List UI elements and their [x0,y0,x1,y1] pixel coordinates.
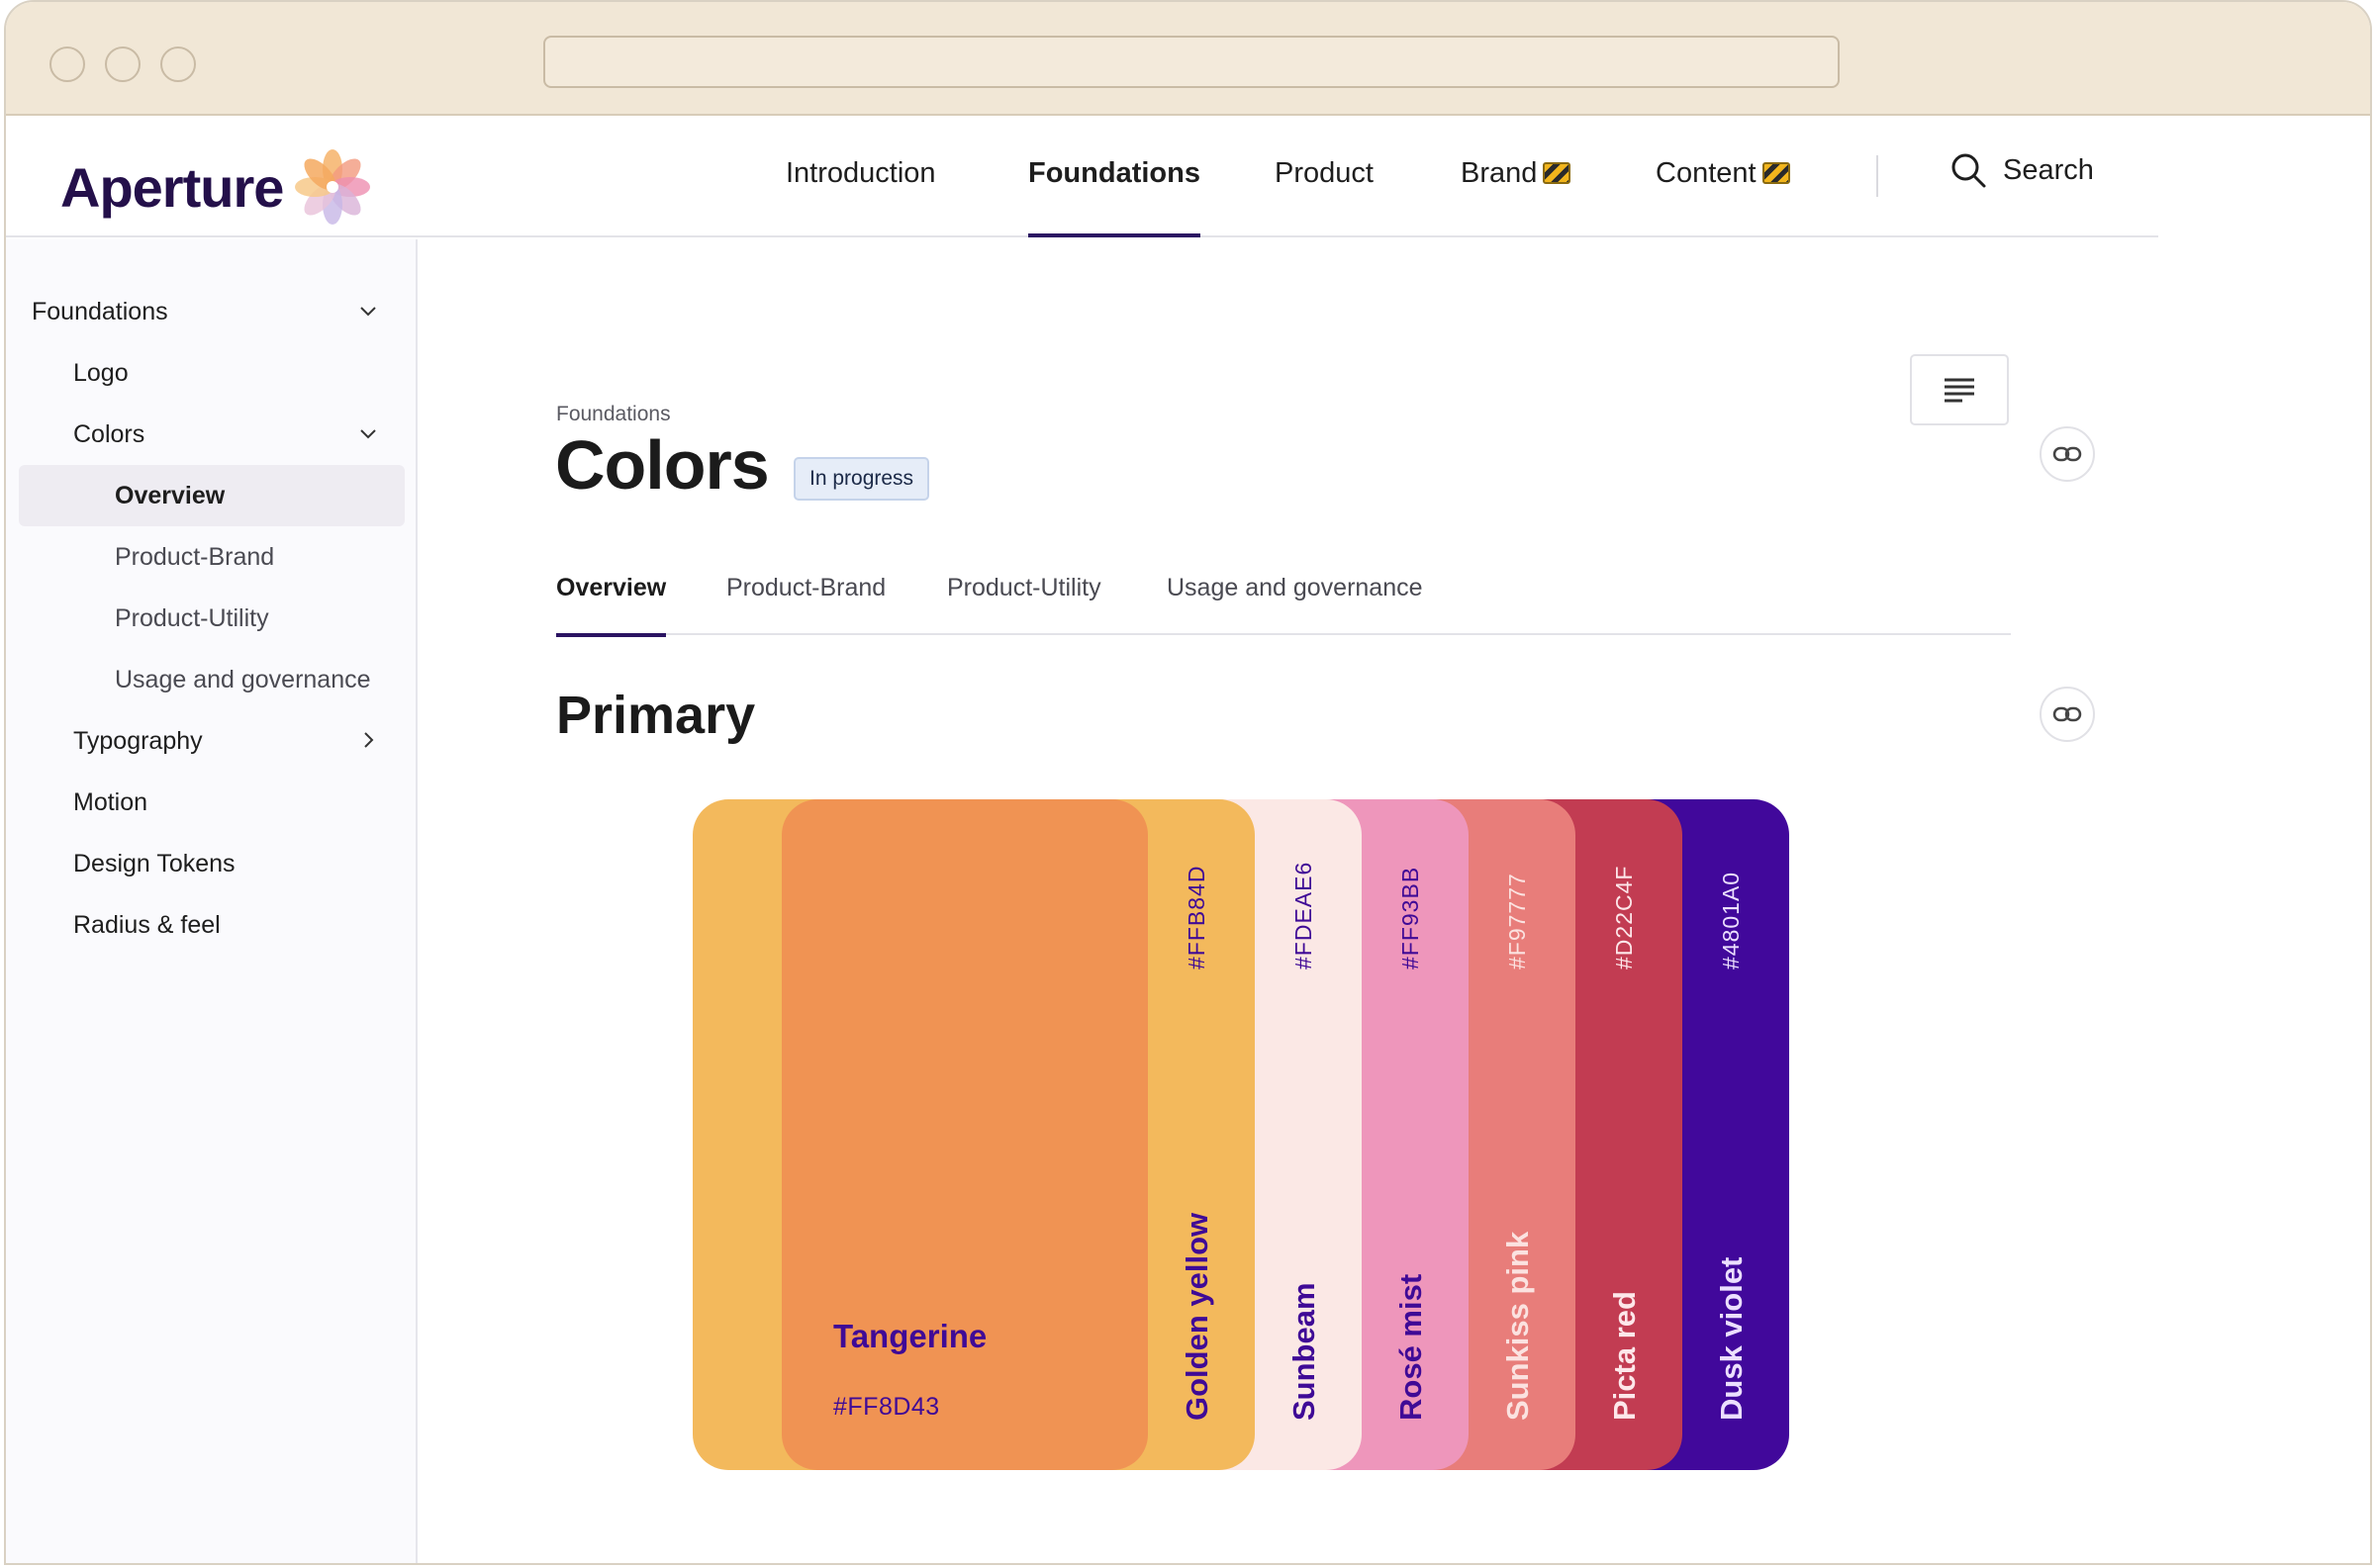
swatch-hex: #FFB84D [1184,865,1209,969]
sidebar-item-label: Typography [73,726,203,755]
sidebar-item-label: Overview [115,481,226,509]
sidebar-item-label: Motion [73,787,148,816]
nav-introduction[interactable]: Introduction [786,157,936,237]
swatch-hex: #4801A0 [1718,871,1744,969]
aperture-logo-icon [295,149,371,225]
tab-usage-and-governance[interactable]: Usage and governance [1167,574,1423,635]
nav-content[interactable]: Content [1656,157,1790,237]
brand-logo[interactable]: Aperture [60,145,374,229]
swatch-name: Dusk violet [1714,1256,1749,1421]
primary-color-palette: #4801A0 Dusk violet #D22C4F Picta red #F… [693,799,1789,1470]
chevron-down-icon [360,429,376,439]
swatch-name: Rosé mist [1393,1273,1428,1421]
breadcrumb[interactable]: Foundations [556,403,671,426]
sidebar-item-label: Product-Utility [115,603,269,632]
swatch-name: Sunkiss pink [1500,1231,1535,1421]
sidebar: Foundations Logo Colors Overview Product… [6,239,418,1563]
browser-window: Aperture Introduction Foundations Produc… [4,0,2372,1565]
page-title: Colors [555,426,770,504]
nav-foundations[interactable]: Foundations [1028,157,1200,237]
tab-product-brand[interactable]: Product-Brand [726,574,886,635]
browser-chrome [6,2,2370,116]
sidebar-item-label: Logo [73,358,129,387]
swatch-hex: #FF8D43 [833,1393,940,1421]
sidebar-item-label: Usage and governance [115,665,371,693]
copy-page-link-button[interactable] [2040,426,2095,482]
nav-brand-label: Brand [1461,157,1538,189]
nav-brand[interactable]: Brand [1461,157,1571,237]
search-icon [1951,153,1986,188]
sidebar-item-usage-and-governance[interactable]: Usage and governance [6,649,418,710]
swatch-tangerine[interactable]: Tangerine #FF8D43 [782,799,1148,1470]
tab-overview[interactable]: Overview [556,574,667,637]
link-icon [2052,706,2082,722]
address-bar[interactable] [543,36,1840,88]
search-label: Search [2003,153,2094,186]
search-button[interactable]: Search [1949,151,2094,189]
sidebar-item-label: Radius & feel [73,910,221,939]
nav-divider [1876,155,1878,197]
swatch-hex: #FDEAE6 [1290,861,1316,969]
swatch-hex: #F97777 [1504,873,1530,969]
sidebar-item-overview[interactable]: Overview [19,465,405,526]
swatch-name: Picta red [1607,1291,1642,1421]
swatch-hex: #FF93BB [1397,866,1423,969]
chevron-down-icon [360,307,376,317]
brand-wordmark: Aperture [60,155,284,219]
sidebar-item-typography[interactable]: Typography [6,710,418,772]
swatch-name: Golden yellow [1180,1212,1214,1421]
sidebar-item-label: Design Tokens [73,849,236,877]
sidebar-item-logo[interactable]: Logo [6,342,418,404]
link-icon [2052,446,2082,462]
sidebar-item-design-tokens[interactable]: Design Tokens [6,833,418,894]
window-minimize-button[interactable] [105,46,141,82]
nav-content-label: Content [1656,157,1757,189]
copy-section-link-button[interactable] [2040,687,2095,742]
swatch-name: Tangerine [833,1318,988,1354]
top-navigation: Aperture Introduction Foundations Produc… [6,116,2158,237]
under-construction-icon [1543,162,1571,184]
status-badge: In progress [794,457,930,501]
sidebar-item-foundations[interactable]: Foundations [6,281,418,342]
sidebar-item-label: Colors [73,419,145,448]
tab-product-utility[interactable]: Product-Utility [947,574,1101,635]
toc-list-icon [1945,378,1974,403]
sidebar-item-motion[interactable]: Motion [6,772,418,833]
under-construction-icon [1761,162,1790,184]
sidebar-item-colors[interactable]: Colors [6,404,418,465]
sidebar-item-label: Product-Brand [115,542,275,571]
sidebar-item-product-utility[interactable]: Product-Utility [6,588,418,649]
page-tabs: Overview Product-Brand Product-Utility U… [556,556,2011,637]
section-title: Primary [556,686,756,745]
window-maximize-button[interactable] [160,46,196,82]
swatch-hex: #D22C4F [1611,865,1637,969]
sidebar-item-label: Foundations [32,297,168,325]
swatch-name: Sunbeam [1286,1282,1321,1421]
chevron-right-icon [364,732,374,748]
sidebar-item-product-brand[interactable]: Product-Brand [6,526,418,588]
table-of-contents-button[interactable] [1910,354,2009,425]
window-close-button[interactable] [49,46,85,82]
nav-product[interactable]: Product [1275,157,1374,237]
sidebar-item-radius-and-feel[interactable]: Radius & feel [6,894,418,956]
